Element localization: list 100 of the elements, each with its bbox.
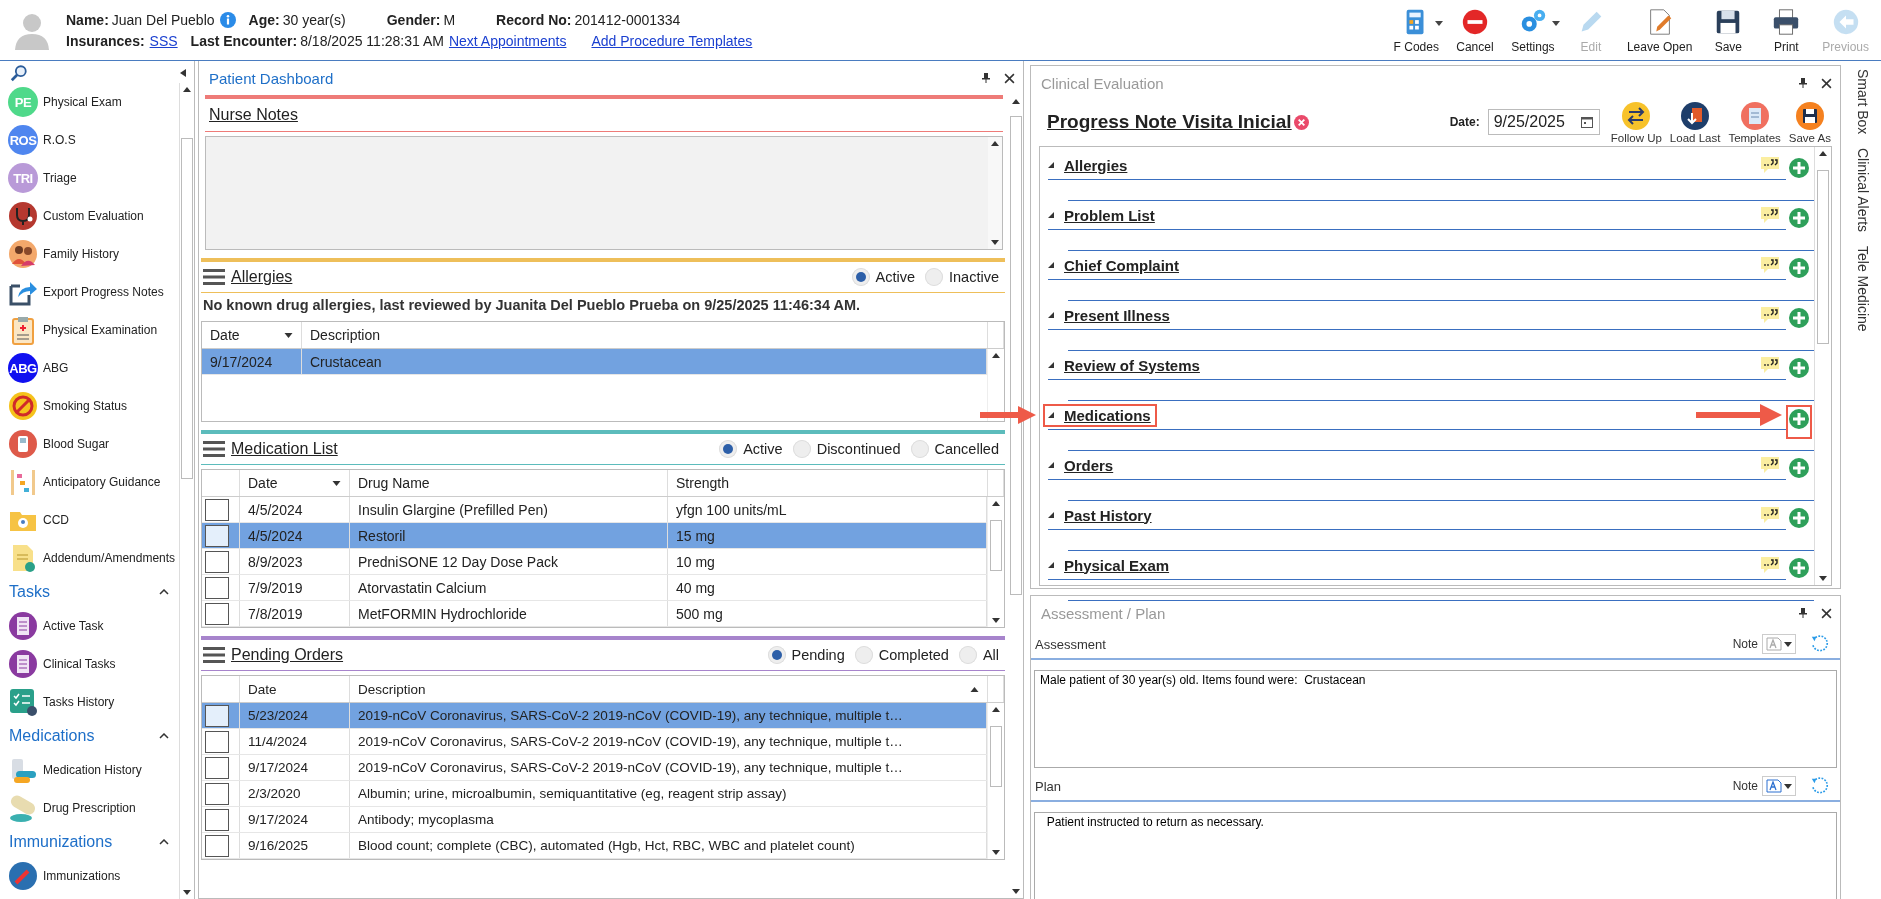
side-tab[interactable]: Clinical Alerts [1855,148,1871,233]
menu-icon[interactable] [203,646,225,664]
table-row[interactable]: 9/17/2024 Crustacean [202,349,987,375]
comment-icon[interactable] [1760,256,1780,274]
comment-icon[interactable] [1760,356,1780,374]
toolbar-button[interactable]: Settings [1504,6,1561,54]
table-row[interactable]: 5/23/2024 2019-nCoV Coronavirus, SARS-CoV-2 2019-nCoV (COVID-19), any technique, multiple t… [202,703,987,729]
action-button[interactable]: Save As [1785,100,1834,144]
sidebar-item[interactable]: ABG ABG [8,349,179,387]
notes-field[interactable] [205,136,1003,250]
filter-radio[interactable]: Pending [767,646,851,664]
sidebar-item[interactable]: ROS R.O.S [8,121,179,159]
insurance-link[interactable]: SSS [149,32,178,49]
format-dropdown[interactable] [1762,776,1796,796]
sidebar-item[interactable]: PE Physical Exam [8,83,179,121]
header-link[interactable]: Add Procedure Templates [591,32,753,49]
filter-radio[interactable]: Cancelled [910,440,1005,458]
scroll-up-icon[interactable] [992,707,1000,712]
sidebar-item[interactable]: Medication History [8,751,179,789]
sidebar-item[interactable]: Drug Prescription [8,789,179,827]
section-header[interactable]: Review of Systems [1043,353,1206,377]
section-header[interactable]: Orders [1043,453,1120,477]
sidebar-item[interactable]: Export Progress Notes [8,273,179,311]
group-header[interactable]: Immunizations [9,833,113,851]
pin-icon[interactable] [1799,78,1807,88]
pin-icon[interactable] [982,73,990,83]
toolbar-button[interactable]: Save [1700,6,1757,54]
table-row[interactable]: 2/3/2020 Albumin; urine, microalbumin, semiquantitative (eg, reagent strip assay) [202,781,987,807]
filter-radio[interactable]: Active [851,268,921,286]
collapse-icon[interactable] [180,69,186,77]
refresh-icon[interactable] [1810,634,1830,654]
text-area[interactable]: Patient instructed to return as necessary. [1034,812,1837,899]
section-header[interactable]: Chief Complaint [1043,253,1185,277]
menu-icon[interactable] [203,440,225,458]
sidebar-item[interactable]: Physical Examination [8,311,179,349]
table-row[interactable]: 9/17/2024 2019-nCoV Coronavirus, SARS-CoV-2 2019-nCoV (COVID-19), any technique, multiple t… [202,755,987,781]
scroll-down-icon[interactable] [991,240,999,245]
row-checkbox[interactable] [205,498,229,521]
comment-icon[interactable] [1760,156,1780,174]
section-header[interactable]: Present Illness [1043,303,1176,327]
table-row[interactable]: 7/9/2019 Atorvastatin Calcium 40 mg [202,575,987,601]
row-checkbox[interactable] [205,704,229,727]
section-header[interactable]: Problem List [1043,203,1161,227]
row-checkbox[interactable] [205,576,229,599]
menu-icon[interactable] [203,268,225,286]
collapse-icon[interactable] [159,733,169,739]
column-header[interactable]: Date [202,322,302,348]
sidebar-item[interactable]: Immunizations [8,857,179,895]
row-checkbox[interactable] [205,550,229,573]
row-checkbox[interactable] [205,756,229,779]
table-row[interactable]: 8/9/2023 PredniSONE 12 Day Dose Pack 10 mg [202,549,987,575]
toolbar-button[interactable]: F Codes [1387,6,1445,54]
column-header[interactable]: Date [240,470,350,496]
action-button[interactable]: Load Last [1666,100,1724,144]
filter-radio[interactable]: Completed [854,646,955,664]
column-header[interactable]: Strength [668,470,988,496]
table-row[interactable]: 9/17/2024 Antibody; mycoplasma [202,807,987,833]
action-button[interactable]: Follow Up [1607,100,1665,144]
scroll-up-icon[interactable] [183,87,191,92]
side-tab[interactable]: Smart Box [1855,69,1871,135]
sidebar-item[interactable]: Blood Sugar [8,425,179,463]
row-checkbox[interactable] [205,834,229,857]
section-title[interactable]: Medication List [231,440,338,458]
scroll-up-icon[interactable] [1819,151,1827,156]
section-title[interactable]: Pending Orders [231,646,344,664]
collapse-icon[interactable] [159,839,169,845]
row-checkbox[interactable] [205,782,229,805]
sidebar-item[interactable]: TRI Triage [8,159,179,197]
refresh-icon[interactable] [1810,776,1830,796]
filter-radio[interactable]: All [958,646,1005,664]
scroll-up-icon[interactable] [992,501,1000,506]
sidebar-item[interactable]: Custom Evaluation [8,197,179,235]
scroll-down-icon[interactable] [992,850,1000,855]
scrollbar-thumb[interactable] [990,520,1002,571]
filter-radio[interactable]: Inactive [925,268,1005,286]
add-button[interactable] [1786,405,1812,439]
close-icon[interactable] [1821,77,1832,89]
sidebar-item[interactable]: Active Task [8,607,179,645]
scroll-down-icon[interactable] [1819,576,1827,581]
toolbar-button[interactable]: Leave Open [1620,6,1699,54]
section-header[interactable]: Past History [1043,503,1158,527]
table-row[interactable]: 9/16/2025 Blood count; complete (CBC), automated (Hgb, Hct, RBC, WBC and platelet count) [202,833,987,859]
scrollbar-thumb[interactable] [181,138,193,480]
sidebar-item[interactable]: Addendum/Amendments [8,539,179,577]
sidebar-item[interactable]: Family History [8,235,179,273]
group-header[interactable]: Tasks [9,583,50,601]
section-header[interactable]: Physical Exam [1043,553,1176,577]
comment-icon[interactable] [1760,206,1780,224]
row-checkbox[interactable] [205,808,229,831]
close-icon[interactable] [1821,607,1832,619]
sidebar-item[interactable]: Tasks History [8,683,179,721]
toolbar-button[interactable]: Cancel [1446,6,1503,54]
scroll-up-icon[interactable] [991,141,999,146]
format-dropdown[interactable] [1762,634,1796,654]
sidebar-item[interactable]: Anticipatory Guidance [8,463,179,501]
header-link[interactable]: Next Appointments [448,32,567,49]
column-header[interactable]: Description [350,676,988,702]
row-checkbox[interactable] [205,730,229,753]
table-row[interactable]: 4/5/2024 Restoril 15 mg [202,523,987,549]
pin-icon[interactable] [1799,608,1807,618]
